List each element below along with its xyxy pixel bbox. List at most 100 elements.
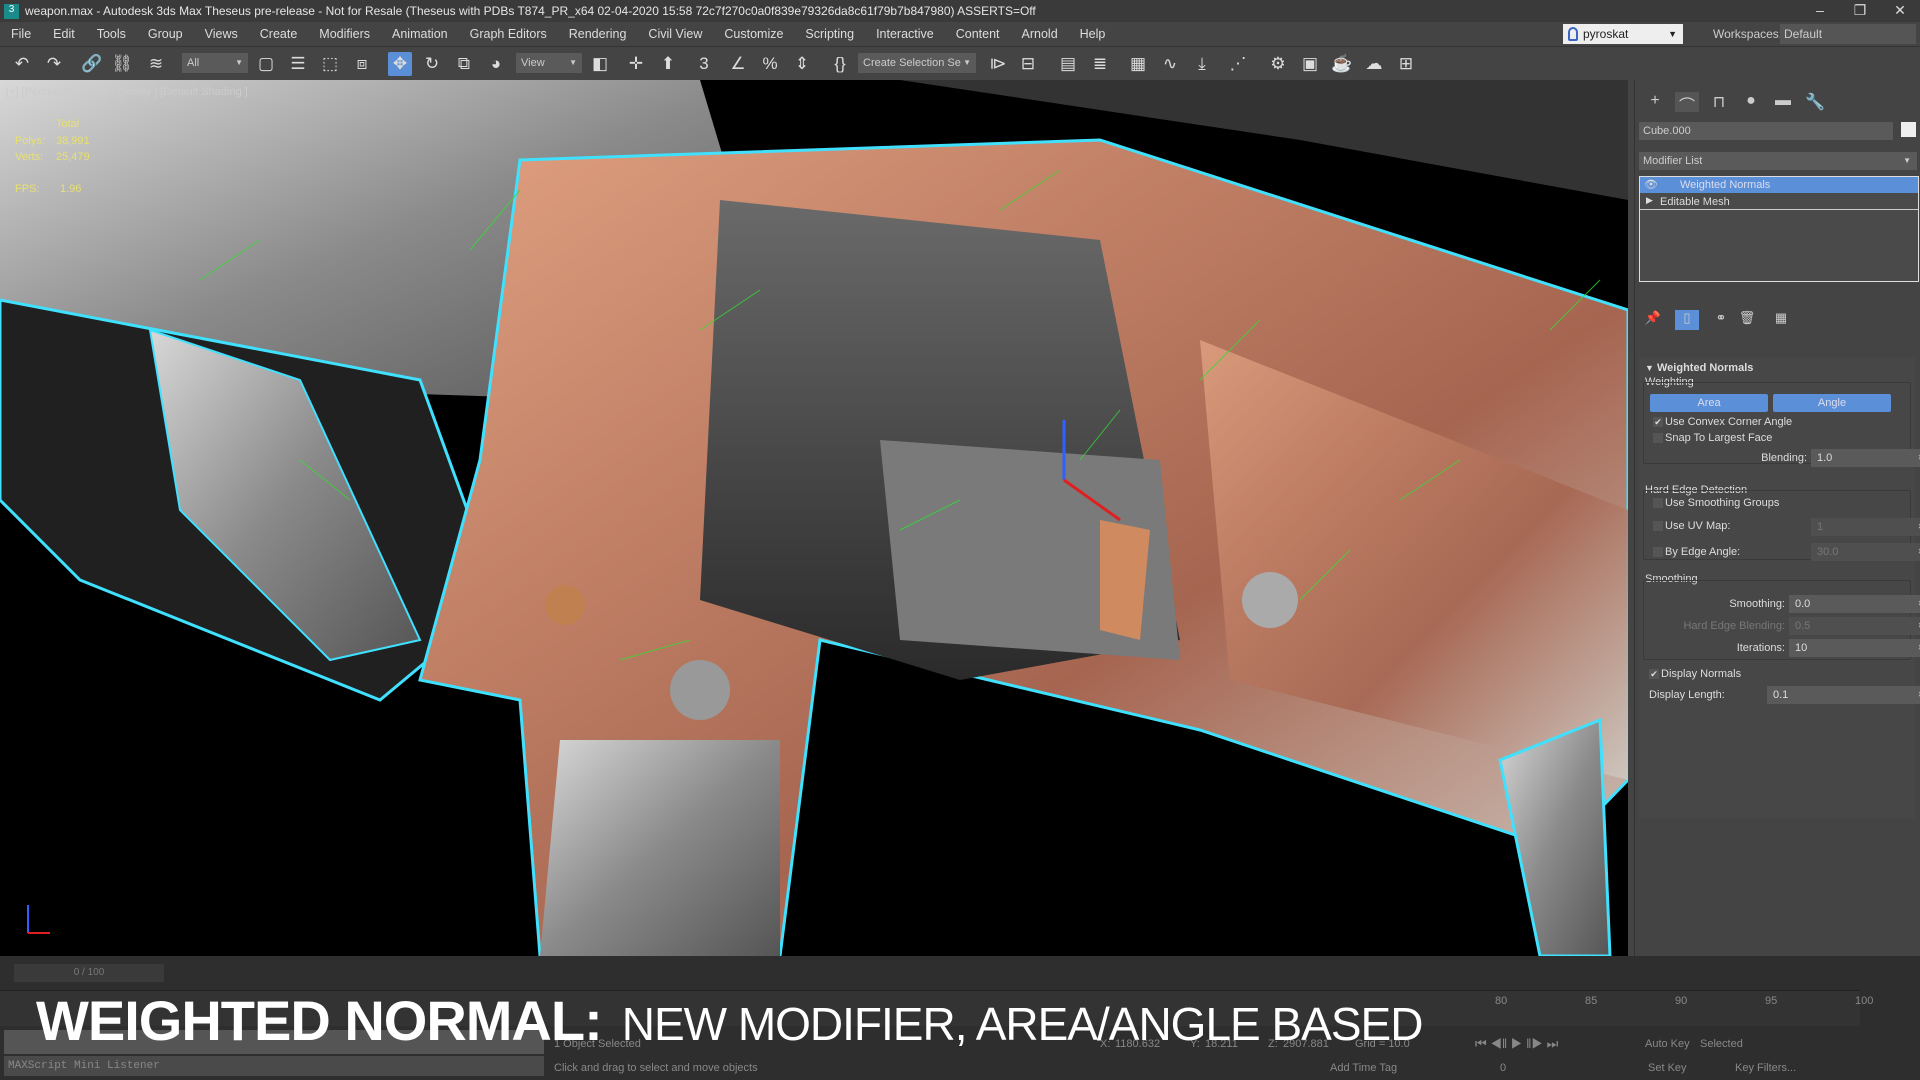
snap-largest-face-checkbox[interactable] <box>1653 433 1663 443</box>
maxscript-mini-listener[interactable]: MAXScript Mini Listener <box>4 1056 544 1076</box>
snaps-toggle-icon[interactable]: 3 <box>692 52 716 76</box>
menu-scripting[interactable]: Scripting <box>794 27 865 41</box>
time-slider[interactable]: 0 / 100 <box>14 964 164 982</box>
menu-civil-view[interactable]: Civil View <box>637 27 713 41</box>
hard-edge-blending-spinner[interactable]: 0.5⬍ <box>1789 617 1920 635</box>
display-length-spinner[interactable]: 0.1⬍ <box>1767 686 1920 704</box>
smoothing-spinner[interactable]: 0.0⬍ <box>1789 595 1920 613</box>
align-icon[interactable]: ⊟ <box>1016 52 1040 76</box>
rollout-title[interactable]: Weighted Normals <box>1657 362 1753 374</box>
add-time-tag-button[interactable]: Add Time Tag <box>1330 1062 1397 1074</box>
user-account-dropdown[interactable]: pyroskat ▼ <box>1563 24 1683 44</box>
playback-controls[interactable]: ⏮ ◀‖ ▶ ‖▶ ⏭ <box>1475 1036 1558 1052</box>
menu-graph-editors[interactable]: Graph Editors <box>459 27 558 41</box>
modifier-list-dropdown[interactable]: Modifier List ▼ <box>1639 152 1917 170</box>
stack-item-editable-mesh[interactable]: ▶ Editable Mesh <box>1640 194 1918 210</box>
link-icon[interactable]: 🔗 <box>80 52 104 76</box>
angle-snap-icon[interactable]: ∠ <box>726 52 750 76</box>
select-object-icon[interactable]: ▢ <box>254 52 278 76</box>
convex-corner-angle-checkbox[interactable]: ✔ <box>1653 417 1663 427</box>
named-selection-set-dropdown[interactable]: Create Selection Se ▼ <box>858 53 976 73</box>
show-end-result-icon[interactable]: ▯ <box>1675 310 1699 330</box>
menu-content[interactable]: Content <box>945 27 1011 41</box>
rendered-frame-window-icon[interactable]: ▣ <box>1298 52 1322 76</box>
selection-filter-dropdown[interactable]: All ▼ <box>182 53 248 73</box>
menu-help[interactable]: Help <box>1069 27 1117 41</box>
schematic-view-icon[interactable]: ⋰ <box>1226 52 1250 76</box>
object-name-field[interactable]: Cube.000 <box>1639 122 1893 140</box>
scene-explorer-icon[interactable]: ▤ <box>1056 52 1080 76</box>
restore-button[interactable]: ❐ <box>1840 0 1880 22</box>
hierarchy-tab-icon[interactable]: ⊓ <box>1707 92 1731 112</box>
select-and-move-icon[interactable]: ✥ <box>388 52 412 76</box>
rectangular-selection-icon[interactable]: ⬚ <box>318 52 342 76</box>
menu-group[interactable]: Group <box>137 27 194 41</box>
utilities-tab-icon[interactable]: 🔧 <box>1803 92 1827 112</box>
by-edge-angle-checkbox[interactable] <box>1653 547 1663 557</box>
set-key-button[interactable]: Set Key <box>1648 1062 1687 1074</box>
remove-modifier-icon[interactable]: 🗑 <box>1735 310 1759 330</box>
use-uv-map-checkbox[interactable] <box>1653 521 1663 531</box>
key-mode-dropdown[interactable]: Selected <box>1700 1038 1743 1050</box>
workspace-dropdown[interactable]: Default <box>1780 24 1916 44</box>
menu-rendering[interactable]: Rendering <box>558 27 638 41</box>
eye-icon[interactable]: 👁 <box>1644 178 1658 191</box>
display-tab-icon[interactable]: ▬ <box>1771 92 1795 112</box>
object-color-swatch[interactable] <box>1901 122 1916 137</box>
menu-views[interactable]: Views <box>194 27 249 41</box>
use-smoothing-groups-checkbox[interactable] <box>1653 498 1663 508</box>
angle-button[interactable]: Angle <box>1773 394 1891 412</box>
place-icon[interactable]: ◕ <box>484 52 508 76</box>
viewport-label[interactable]: [+] [Perspective] [High Quality ] [Defau… <box>6 86 248 98</box>
motion-tab-icon[interactable]: ● <box>1739 92 1763 112</box>
minimize-button[interactable]: – <box>1800 0 1840 22</box>
menu-file[interactable]: File <box>0 27 42 41</box>
iterations-spinner[interactable]: 10⬍ <box>1789 639 1920 657</box>
expand-arrow-icon[interactable]: ▶ <box>1646 195 1653 206</box>
manipulate-icon[interactable]: ✛ <box>624 52 648 76</box>
uv-map-spinner[interactable]: 1⬍ <box>1811 518 1920 536</box>
close-button[interactable]: ✕ <box>1880 0 1920 22</box>
key-filters-button[interactable]: Key Filters... <box>1735 1062 1796 1074</box>
menu-tools[interactable]: Tools <box>86 27 137 41</box>
display-normals-checkbox[interactable]: ✔ <box>1649 669 1659 679</box>
layer-explorer-icon[interactable]: ≣ <box>1088 52 1112 76</box>
dope-sheet-icon[interactable]: ⤓ <box>1190 52 1214 76</box>
window-crossing-icon[interactable]: ⧈ <box>350 52 374 76</box>
unlink-icon[interactable]: ⛓ <box>110 52 134 76</box>
menu-arnold[interactable]: Arnold <box>1011 27 1069 41</box>
configure-modifier-sets-icon[interactable]: ▦ <box>1769 310 1793 330</box>
reference-coordinate-dropdown[interactable]: View ▼ <box>516 53 582 73</box>
menu-customize[interactable]: Customize <box>713 27 794 41</box>
menu-edit[interactable]: Edit <box>42 27 86 41</box>
stack-item-weighted-normals[interactable]: 👁 Weighted Normals <box>1640 177 1918 193</box>
menu-interactive[interactable]: Interactive <box>865 27 945 41</box>
spinner-snap-icon[interactable]: ⇕ <box>790 52 814 76</box>
viewport-layout-icon[interactable]: ⊞ <box>1394 52 1418 76</box>
edge-angle-spinner[interactable]: 30.0⬍ <box>1811 543 1920 561</box>
auto-key-button[interactable]: Auto Key <box>1645 1038 1690 1050</box>
toolbox-icon[interactable]: ▦ <box>1126 52 1150 76</box>
redo-icon[interactable]: ↷ <box>42 52 66 76</box>
current-frame-field[interactable]: 0 <box>1500 1062 1506 1074</box>
pin-stack-icon[interactable]: 📌 <box>1641 310 1665 330</box>
edit-named-selection-icon[interactable]: {} <box>828 52 852 76</box>
render-setup-icon[interactable]: ⚙ <box>1266 52 1290 76</box>
curve-editor-icon[interactable]: ∿ <box>1158 52 1182 76</box>
bind-space-warp-icon[interactable]: ≋ <box>144 52 168 76</box>
area-button[interactable]: Area <box>1650 394 1768 412</box>
menu-create[interactable]: Create <box>249 27 309 41</box>
select-and-scale-icon[interactable]: ⧉ <box>452 52 476 76</box>
menu-modifiers[interactable]: Modifiers <box>308 27 381 41</box>
select-by-name-icon[interactable]: ☰ <box>286 52 310 76</box>
modify-tab-icon[interactable]: ⌒ <box>1675 92 1699 115</box>
render-production-icon[interactable]: ☕ <box>1330 52 1354 76</box>
perspective-viewport[interactable]: [+] [Perspective] [High Quality ] [Defau… <box>0 80 1628 956</box>
collapse-arrow-icon[interactable]: ▼ <box>1645 363 1654 373</box>
blending-spinner[interactable]: 1.0⬍ <box>1811 449 1920 467</box>
keyboard-shortcut-override-icon[interactable]: ⬆ <box>656 52 680 76</box>
menu-animation[interactable]: Animation <box>381 27 459 41</box>
render-in-cloud-icon[interactable]: ☁ <box>1362 52 1386 76</box>
percent-snap-icon[interactable]: % <box>758 52 782 76</box>
undo-icon[interactable]: ↶ <box>10 52 34 76</box>
